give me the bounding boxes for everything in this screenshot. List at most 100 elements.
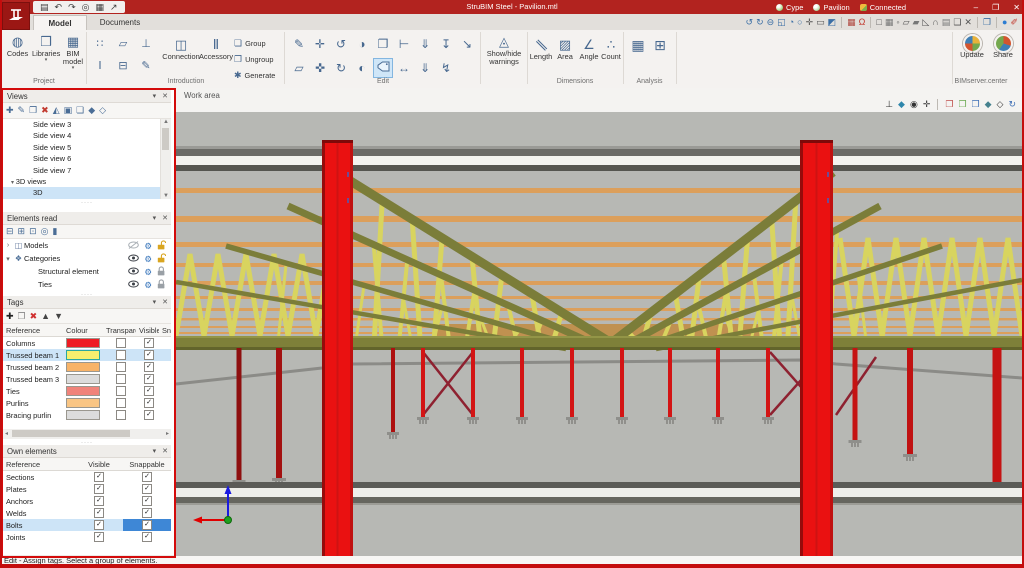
view-list-item[interactable]: Side view 6 — [3, 153, 171, 164]
tab-documents[interactable]: Documents — [88, 15, 152, 30]
own-element-row[interactable]: Joints✓✓ — [3, 531, 171, 543]
search-icon[interactable]: ◎ — [41, 226, 49, 237]
visible-checkbox[interactable]: ✓ — [144, 338, 154, 348]
snappable-checkbox[interactable]: ✓ — [142, 520, 152, 530]
zoom-previous-icon[interactable]: ◔ — [789, 16, 794, 28]
lock-icon[interactable] — [157, 266, 166, 278]
transparent-checkbox[interactable] — [116, 398, 126, 408]
orbit-free-icon[interactable]: ↻ — [756, 16, 764, 28]
zoom-window-icon[interactable]: ◱ — [777, 16, 786, 28]
group-button[interactable]: ❏Group — [234, 36, 284, 51]
calculator-update-icon[interactable]: ⊞ — [650, 36, 670, 54]
gear-icon[interactable]: ⚙ — [144, 267, 152, 277]
work-area-viewport[interactable] — [176, 112, 1022, 556]
orbit-icon[interactable]: ↺ — [746, 16, 754, 28]
connection-status[interactable]: Connected — [860, 3, 906, 12]
snappable-checkbox[interactable]: ✓ — [142, 532, 152, 542]
view-list-item[interactable]: Side view 5 — [3, 142, 171, 153]
view-list-item[interactable]: Side view 4 — [3, 130, 171, 141]
bolt-icon[interactable]: ⊟ — [113, 57, 133, 75]
tags-column-header[interactable]: Visible — [136, 324, 159, 337]
search-icon[interactable]: ◎ — [82, 2, 90, 12]
edit-view-icon[interactable]: ✎ — [18, 105, 26, 116]
visible-checkbox[interactable]: ✓ — [94, 496, 104, 506]
wireframe-icon[interactable]: ◇ — [997, 99, 1004, 110]
colour-swatch[interactable] — [66, 338, 100, 348]
gear-icon[interactable]: ⚙ — [144, 280, 152, 290]
new-view-icon[interactable]: ✚ — [6, 105, 14, 116]
tags-horizontal-scrollbar[interactable]: ◂▸ — [3, 429, 171, 439]
scrollbar-thumb[interactable] — [162, 128, 169, 150]
minimize-button[interactable]: – — [974, 3, 978, 12]
project-link[interactable]: Pavilion — [813, 3, 849, 12]
mirror-vertical-tool[interactable]: ◑ — [352, 34, 372, 54]
grid-icon[interactable]: ∷ — [90, 35, 110, 53]
beam-icon[interactable]: Ⅰ — [90, 57, 110, 75]
maximize-button[interactable]: ❐ — [992, 3, 999, 12]
assign-tags-tool[interactable] — [373, 58, 393, 78]
scroll-right-icon[interactable]: ▸ — [166, 430, 169, 438]
count-button[interactable]: ∴Count — [599, 36, 623, 61]
tag-row[interactable]: Bracing purlin✓ — [3, 409, 171, 421]
tree-row[interactable]: Structural element⚙ — [3, 265, 171, 278]
pencil-icon[interactable]: ✐ — [1010, 16, 1018, 28]
visible-checkbox[interactable]: ✓ — [94, 508, 104, 518]
copy-tool[interactable]: ❐ — [373, 34, 393, 54]
tree-expander[interactable]: › — [3, 242, 13, 249]
tag-row[interactable]: Columns✓ — [3, 337, 171, 350]
insert-tool[interactable]: ⇓ — [415, 34, 435, 54]
view-list-item[interactable]: 3D — [3, 187, 171, 198]
colour-swatch[interactable] — [66, 386, 100, 396]
tags-column-header[interactable]: Sna — [159, 324, 171, 337]
own-elements-column-header[interactable]: Visible — [75, 458, 123, 471]
edit-tool[interactable]: ✎ — [289, 34, 309, 54]
move-tool[interactable]: ✛ — [310, 34, 330, 54]
collapse-chevron-icon[interactable]: ▾ — [153, 90, 157, 103]
collapse-chevron-icon[interactable]: ▾ — [153, 212, 157, 225]
move-node-tool[interactable]: ✜ — [310, 58, 330, 78]
comment-icon[interactable]: ❑ — [953, 16, 961, 28]
origin-icon[interactable]: ✛ — [923, 99, 931, 110]
stretch-tool[interactable]: ↔ — [394, 58, 414, 78]
accessory-button[interactable]: ⅡAccessory — [196, 36, 236, 61]
panel-splitter[interactable]: ···· — [3, 199, 171, 210]
transparent-checkbox[interactable] — [116, 374, 126, 384]
erase-icon[interactable]: ✕ — [964, 16, 972, 28]
area-button[interactable]: ▨Area — [554, 36, 576, 61]
align-tool[interactable]: ⊢ — [394, 34, 414, 54]
collapse-chevron-icon[interactable]: ▾ — [153, 445, 157, 458]
visible-checkbox[interactable]: ✓ — [94, 520, 104, 530]
rotate-angle-tool[interactable]: ↻ — [331, 58, 351, 78]
own-elements-column-header[interactable]: Snappable — [123, 458, 171, 471]
shield-icon[interactable]: ◆ — [898, 99, 905, 110]
lock-icon[interactable] — [157, 240, 166, 252]
own-element-row[interactable]: Anchors✓✓ — [3, 495, 171, 507]
visible-checkbox[interactable]: ✓ — [144, 374, 154, 384]
lower-tool[interactable]: ↧ — [436, 34, 456, 54]
tab-model[interactable]: Model — [33, 15, 87, 31]
colour-swatch[interactable] — [66, 374, 100, 384]
save-icon[interactable]: ▤ — [40, 2, 49, 12]
viewport-3d-scene[interactable] — [176, 112, 1022, 556]
clip-red-icon[interactable]: ❒ — [945, 99, 953, 110]
erase-tool[interactable]: ▱ — [289, 58, 309, 78]
tile-grid-icon[interactable]: ⊡ — [29, 226, 37, 237]
lock-icon[interactable] — [157, 253, 166, 265]
colour-swatch[interactable] — [66, 398, 100, 408]
weld-icon[interactable]: ✎ — [136, 57, 156, 75]
views-scrollbar[interactable]: ▲▼ — [160, 119, 171, 199]
redraw-icon[interactable]: ◩ — [828, 16, 837, 28]
add-icon[interactable]: ✚ — [6, 311, 14, 322]
gear-icon[interactable]: ⚙ — [144, 241, 152, 251]
mirror-horizontal-tool[interactable]: ◐ — [352, 58, 372, 78]
eye-icon[interactable] — [128, 241, 139, 251]
clip-green-icon[interactable]: ❒ — [958, 99, 966, 110]
transparent-checkbox[interactable] — [116, 350, 126, 360]
wire-view-icon[interactable]: ◇ — [99, 105, 106, 116]
transparent-checkbox[interactable] — [116, 410, 126, 420]
rotate-tool[interactable]: ↺ — [331, 34, 351, 54]
cype-account[interactable]: Cype — [776, 3, 804, 12]
own-element-row[interactable]: Plates✓✓ — [3, 483, 171, 495]
app-logo-icon[interactable] — [2, 2, 30, 30]
move-up-icon[interactable]: ▲ — [41, 311, 50, 321]
